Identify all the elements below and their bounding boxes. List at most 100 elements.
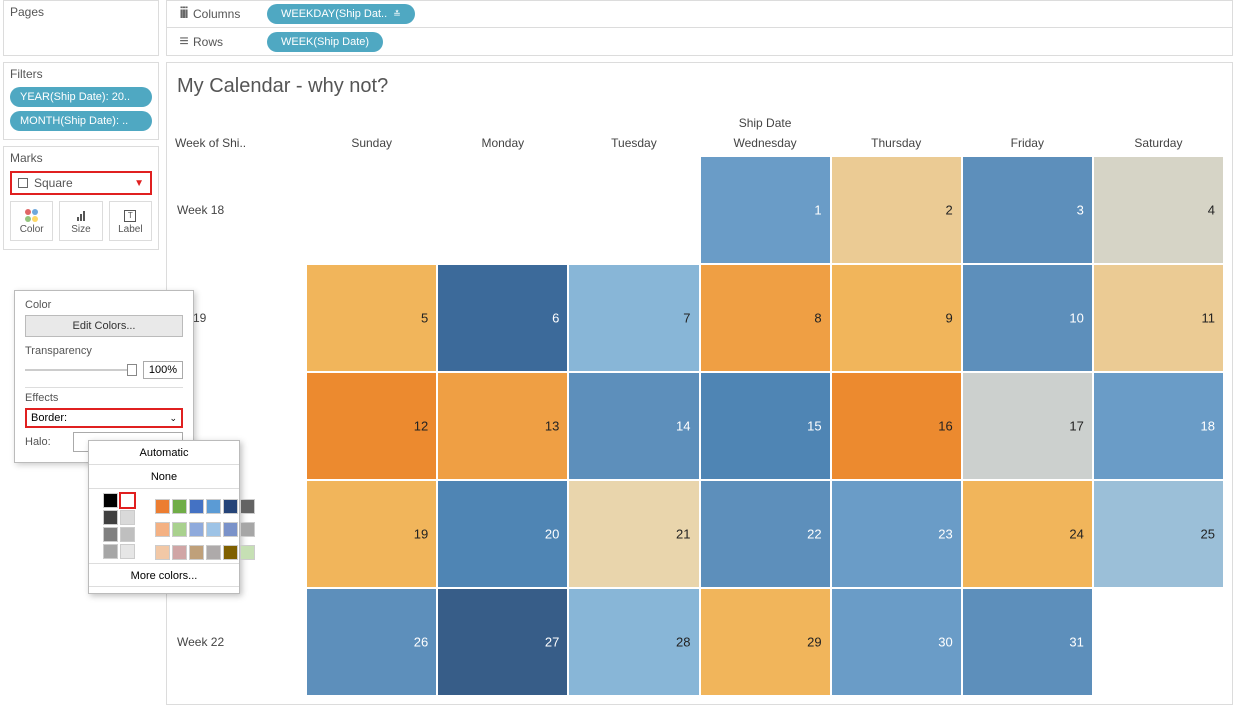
color-section-label: Color	[25, 299, 183, 311]
color-swatch[interactable]	[189, 499, 204, 514]
pages-card: Pages	[3, 0, 159, 56]
calendar-table: Ship Date Week of Shi.. SundayMondayTues…	[175, 116, 1224, 696]
swatch-row-3	[147, 539, 263, 562]
transparency-value[interactable]: 100%	[143, 361, 183, 379]
day-number: 25	[1201, 527, 1215, 542]
color-swatch[interactable]	[103, 527, 118, 542]
calendar-cell[interactable]: 22	[700, 480, 831, 588]
color-swatch[interactable]	[206, 522, 221, 537]
day-header: Friday	[962, 136, 1093, 156]
calendar-cell	[1093, 588, 1224, 696]
chevron-down-icon: ⌄	[169, 413, 181, 424]
transparency-slider[interactable]	[25, 363, 137, 377]
calendar-cell[interactable]: 26	[306, 588, 437, 696]
color-swatch[interactable]	[223, 499, 238, 514]
color-swatch[interactable]	[172, 499, 187, 514]
mark-type-selector[interactable]: Square ▼	[10, 171, 152, 195]
edit-colors-button[interactable]: Edit Colors...	[25, 315, 183, 337]
calendar-cell[interactable]: 30	[831, 588, 962, 696]
calendar-cell[interactable]: 25	[1093, 480, 1224, 588]
color-swatch[interactable]	[155, 499, 170, 514]
calendar-cell[interactable]: 21	[568, 480, 699, 588]
calendar-cell[interactable]: 23	[831, 480, 962, 588]
color-swatch[interactable]	[189, 545, 204, 560]
calendar-cell[interactable]: 15	[700, 372, 831, 480]
day-header: Sunday	[306, 136, 437, 156]
day-number: 10	[1069, 311, 1083, 326]
gray-swatch-grid	[95, 493, 143, 563]
marks-color-button[interactable]: Color	[10, 201, 53, 241]
calendar-cell[interactable]: 14	[568, 372, 699, 480]
color-swatch[interactable]	[120, 527, 135, 542]
marks-label-button[interactable]: T Label	[109, 201, 152, 241]
calendar-cell[interactable]: 9	[831, 264, 962, 372]
color-swatch[interactable]	[120, 510, 135, 525]
calendar-cell[interactable]: 29	[700, 588, 831, 696]
color-swatch[interactable]	[223, 522, 238, 537]
halo-label: Halo:	[25, 436, 67, 448]
marks-label-label: Label	[118, 224, 142, 235]
day-number: 24	[1069, 527, 1083, 542]
color-swatch[interactable]	[240, 499, 255, 514]
calendar-cell[interactable]: 4	[1093, 156, 1224, 264]
more-colors-button[interactable]: More colors...	[89, 563, 239, 587]
calendar-cell	[437, 156, 568, 264]
filter-pill-year[interactable]: YEAR(Ship Date): 20..	[10, 87, 152, 107]
calendar-cell[interactable]: 17	[962, 372, 1093, 480]
color-swatch[interactable]	[189, 522, 204, 537]
columns-pill[interactable]: WEEKDAY(Ship Dat.. ≛	[267, 4, 415, 24]
color-swatch[interactable]	[172, 522, 187, 537]
calendar-cell[interactable]: 20	[437, 480, 568, 588]
swatch-row-2	[147, 516, 263, 539]
color-swatch[interactable]	[240, 522, 255, 537]
day-number: 15	[807, 419, 821, 434]
color-swatch[interactable]	[172, 545, 187, 560]
calendar-cell[interactable]: 31	[962, 588, 1093, 696]
calendar-cell[interactable]: 11	[1093, 264, 1224, 372]
border-selector[interactable]: Border: ⌄	[25, 408, 183, 428]
marks-size-button[interactable]: Size	[59, 201, 102, 241]
week-label: Week 22	[175, 588, 306, 696]
color-swatch[interactable]	[155, 545, 170, 560]
calendar-cell[interactable]: 2	[831, 156, 962, 264]
color-swatch[interactable]	[103, 493, 118, 508]
calendar-cell[interactable]: 18	[1093, 372, 1224, 480]
calendar-cell[interactable]: 8	[700, 264, 831, 372]
calendar-cell[interactable]: 28	[568, 588, 699, 696]
color-swatch[interactable]	[240, 545, 255, 560]
calendar-cell[interactable]: 7	[568, 264, 699, 372]
color-swatch[interactable]	[223, 545, 238, 560]
columns-shelf-label: Columns	[193, 7, 263, 21]
color-swatch[interactable]	[103, 510, 118, 525]
day-number: 30	[938, 635, 952, 650]
color-swatch[interactable]	[206, 499, 221, 514]
calendar-cell[interactable]: 16	[831, 372, 962, 480]
swatch-row-1	[147, 493, 263, 516]
filter-pill-month[interactable]: MONTH(Ship Date): ..	[10, 111, 152, 131]
row-header-title: Week of Shi..	[175, 136, 306, 156]
rows-pill[interactable]: WEEK(Ship Date)	[267, 32, 383, 52]
calendar-cell[interactable]: 6	[437, 264, 568, 372]
day-number: 18	[1201, 419, 1215, 434]
color-swatch[interactable]	[120, 493, 135, 508]
color-swatch[interactable]	[103, 544, 118, 559]
calendar-cell[interactable]: 12	[306, 372, 437, 480]
color-swatch[interactable]	[120, 544, 135, 559]
calendar-cell[interactable]: 27	[437, 588, 568, 696]
calendar-cell[interactable]: 13	[437, 372, 568, 480]
color-swatch[interactable]	[155, 522, 170, 537]
border-automatic-button[interactable]: Automatic	[89, 441, 239, 465]
day-number: 16	[938, 419, 952, 434]
day-number: 7	[683, 311, 690, 326]
calendar-cell[interactable]: 5	[306, 264, 437, 372]
calendar-cell[interactable]: 19	[306, 480, 437, 588]
calendar-cell[interactable]: 3	[962, 156, 1093, 264]
calendar-cell[interactable]: 24	[962, 480, 1093, 588]
rows-shelf[interactable]: ≡ Rows WEEK(Ship Date)	[166, 28, 1233, 56]
color-swatch[interactable]	[206, 545, 221, 560]
columns-shelf[interactable]: iii Columns WEEKDAY(Ship Dat.. ≛	[166, 0, 1233, 28]
border-none-button[interactable]: None	[89, 465, 239, 489]
calendar-cell[interactable]: 1	[700, 156, 831, 264]
viz-title[interactable]: My Calendar - why not?	[177, 75, 1224, 98]
calendar-cell[interactable]: 10	[962, 264, 1093, 372]
